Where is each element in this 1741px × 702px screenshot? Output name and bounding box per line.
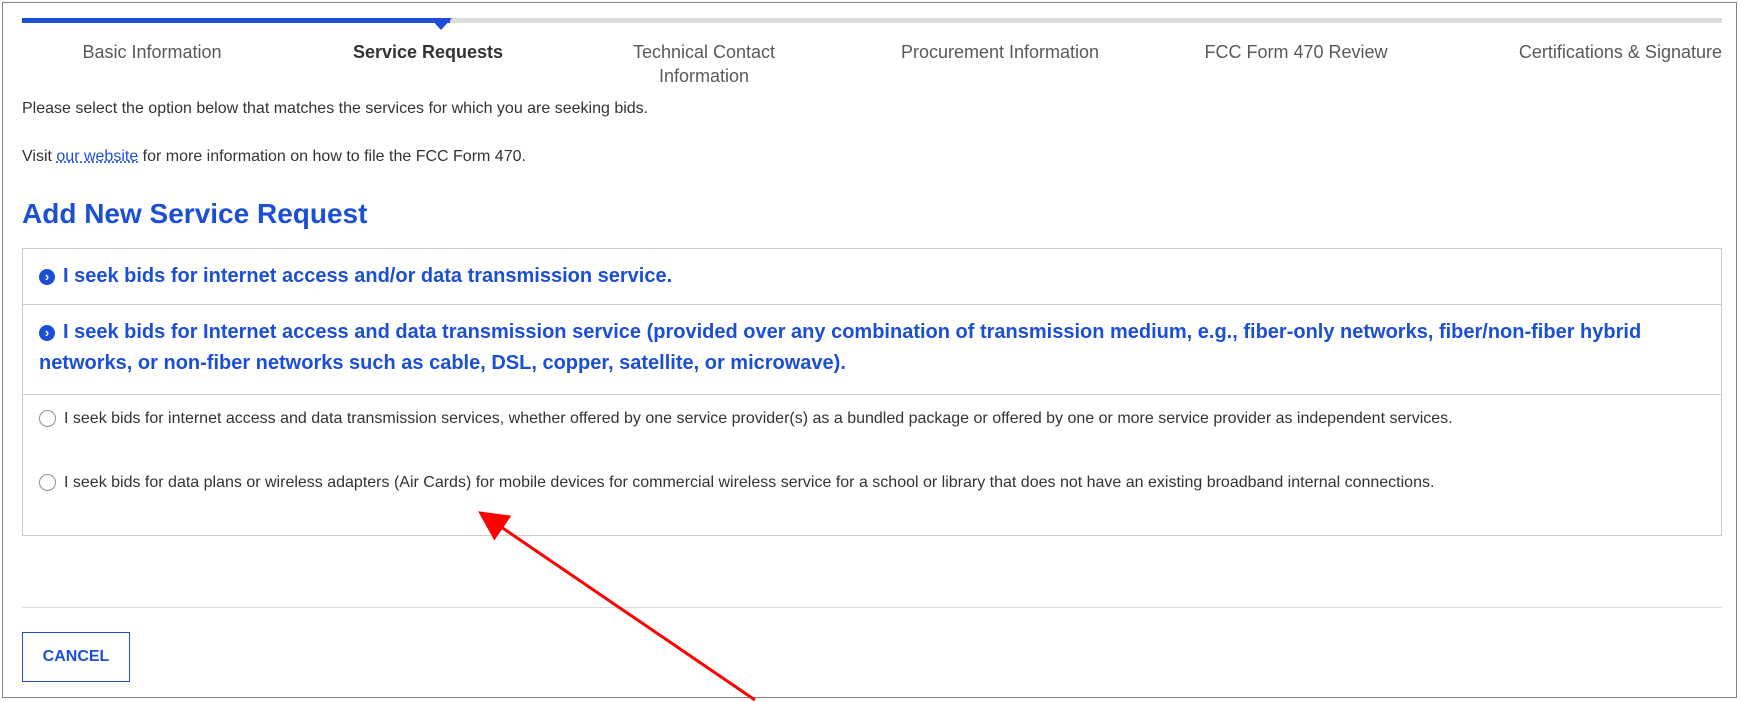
radio-button[interactable] (39, 474, 56, 491)
option-data-plans-air-cards[interactable]: I seek bids for data plans or wireless a… (39, 471, 1699, 495)
step-label: Basic Information (82, 42, 222, 62)
step-technical-contact-information[interactable]: Technical Contact Information (574, 40, 834, 88)
website-info-prefix: Visit (22, 148, 57, 165)
option-bundled-services[interactable]: I seek bids for internet access and data… (39, 407, 1699, 431)
accordion-label: I seek bids for Internet access and data… (39, 321, 1642, 374)
service-request-options: › I seek bids for internet access and/or … (22, 248, 1722, 536)
chevron-right-icon: › (39, 269, 55, 285)
step-basic-information[interactable]: Basic Information (22, 40, 282, 88)
page-title: Add New Service Request (22, 198, 368, 229)
cancel-button[interactable]: CANCEL (22, 632, 130, 682)
accordion-internet-access[interactable]: › I seek bids for internet access and/or … (23, 249, 1721, 305)
step-service-requests[interactable]: Service Requests (318, 40, 538, 88)
website-info-suffix: for more information on how to file the … (138, 148, 526, 165)
radio-button[interactable] (39, 410, 56, 427)
our-website-link[interactable]: our website (56, 148, 138, 165)
accordion-internet-access-transmission-medium[interactable]: › I seek bids for Internet access and dat… (23, 305, 1721, 395)
divider (22, 607, 1722, 608)
progress-fill (22, 18, 450, 23)
option-label: I seek bids for data plans or wireless a… (64, 474, 1435, 491)
chevron-right-icon: › (39, 325, 55, 341)
step-label: Certifications & Signature (1518, 42, 1722, 62)
step-label: Service Requests (352, 42, 504, 62)
step-certifications-signature[interactable]: Certifications & Signature (1462, 40, 1722, 88)
accordion-label: I seek bids for internet access and/or d… (63, 265, 673, 287)
option-label: I seek bids for internet access and data… (64, 410, 1453, 427)
step-label: Procurement Information (900, 42, 1100, 62)
current-step-marker (430, 18, 452, 30)
step-procurement-information[interactable]: Procurement Information (870, 40, 1130, 88)
step-label: Technical Contact Information (632, 42, 776, 86)
website-info-text: Visit our website for more information o… (22, 148, 526, 166)
progress-steps: Basic Information Service Requests Techn… (22, 40, 1722, 88)
instruction-text: Please select the option below that matc… (22, 100, 649, 117)
step-fcc-form-470-review[interactable]: FCC Form 470 Review (1166, 40, 1426, 88)
step-label: FCC Form 470 Review (1204, 42, 1388, 62)
